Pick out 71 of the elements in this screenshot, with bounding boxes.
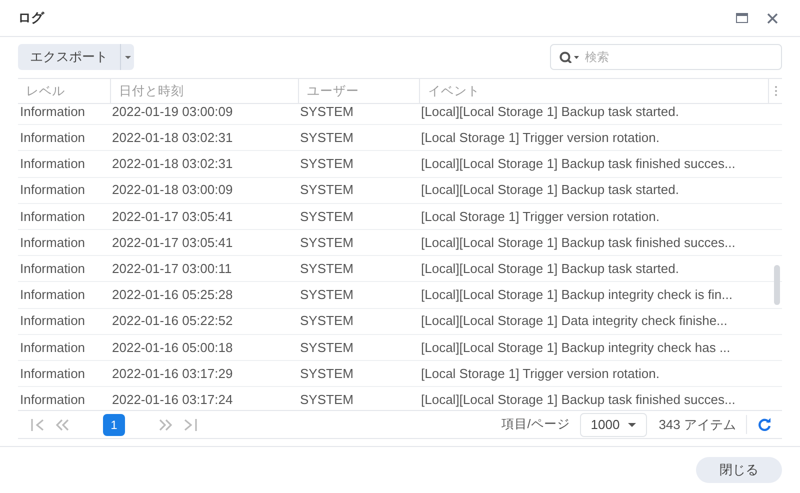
table-cell: [Local][Local Storage 1] Backup task started. xyxy=(421,260,679,276)
table-cell: [Local][Local Storage 1] Backup integrity check is fin... xyxy=(421,287,732,302)
table-cell: 2022-01-18 03:02:31 xyxy=(112,130,233,146)
table-cell: SYSTEM xyxy=(300,260,354,276)
table-cell: Information xyxy=(20,208,86,224)
table-cell: Information xyxy=(20,234,86,250)
table-cell: 2022-01-16 05:25:28 xyxy=(112,287,233,302)
maximize-icon[interactable] xyxy=(736,13,748,23)
table-cell: [Local][Local Storage 1] Backup task finished succes... xyxy=(421,392,736,407)
search-field[interactable]: 検索 xyxy=(550,44,782,70)
table-cell: [Local][Local Storage 1] Backup task finished succes... xyxy=(421,156,736,172)
table-cell: Information xyxy=(20,287,86,302)
column-header[interactable]: レベル xyxy=(26,82,65,100)
table-cell: SYSTEM xyxy=(300,208,354,224)
table-cell: SYSTEM xyxy=(300,340,354,355)
table-cell: 2022-01-19 03:00:09 xyxy=(112,104,233,119)
table-cell: Information xyxy=(20,366,86,381)
previous-page-icon[interactable] xyxy=(55,418,69,430)
table-cell: SYSTEM xyxy=(300,392,354,407)
table-cell: 2022-01-17 03:05:41 xyxy=(112,208,233,224)
table-cell: SYSTEM xyxy=(300,366,354,381)
table-cell: SYSTEM xyxy=(300,287,354,302)
close-icon[interactable] xyxy=(767,12,778,24)
table-cell: [Local][Local Storage 1] Backup task finished succes... xyxy=(421,234,736,250)
column-header[interactable]: イベント xyxy=(428,82,480,100)
search-icon[interactable] xyxy=(559,51,579,63)
table-cell: SYSTEM xyxy=(300,104,354,119)
window-title: ログ xyxy=(18,9,44,28)
table-cell: Information xyxy=(20,340,86,355)
table-cell: 2022-01-16 03:17:29 xyxy=(112,366,233,381)
table-cell: [Local][Local Storage 1] Backup integrity check has ... xyxy=(421,340,730,355)
table-cell: 2022-01-18 03:00:09 xyxy=(112,182,233,198)
table-cell: SYSTEM xyxy=(300,156,354,172)
caret-icon xyxy=(628,422,636,426)
export-button[interactable]: エクスポート xyxy=(18,44,134,70)
per-page-label: 項目/ページ xyxy=(501,416,570,434)
table-cell: [Local Storage 1] Trigger version rotation. xyxy=(421,366,660,381)
table-cell: 2022-01-16 03:17:24 xyxy=(112,392,233,407)
close-button[interactable]: 閉じる xyxy=(696,457,782,483)
scrollbar-thumb[interactable] xyxy=(774,265,780,305)
last-page-icon[interactable] xyxy=(183,418,197,430)
table-cell: [Local][Local Storage 1] Backup task started. xyxy=(421,182,679,198)
table-cell: [Local][Local Storage 1] Data integrity check finishe... xyxy=(421,313,728,328)
table-cell: 2022-01-17 03:05:41 xyxy=(112,234,233,250)
table-cell: 2022-01-16 05:22:52 xyxy=(112,313,233,328)
table-cell: SYSTEM xyxy=(300,130,354,146)
table-cell: Information xyxy=(20,392,86,407)
table-cell: Information xyxy=(20,260,86,276)
table-cell: Information xyxy=(20,313,86,328)
page-button[interactable]: 1 xyxy=(103,414,125,436)
item-count: 343 アイテム xyxy=(658,414,747,434)
table-cell: [Local Storage 1] Trigger version rotation. xyxy=(421,208,660,224)
table-cell: [Local][Local Storage 1] Backup task started. xyxy=(421,104,679,119)
table-cell: 2022-01-17 03:00:11 xyxy=(112,260,232,276)
next-page-icon[interactable] xyxy=(159,418,173,430)
table-cell: SYSTEM xyxy=(300,313,354,328)
column-header[interactable]: ユーザー xyxy=(307,82,359,100)
table-cell: Information xyxy=(20,104,86,119)
caret-icon[interactable] xyxy=(124,56,130,58)
table-cell: [Local Storage 1] Trigger version rotation. xyxy=(421,130,660,146)
table-cell: Information xyxy=(20,156,86,172)
table-cell: 2022-01-18 03:02:31 xyxy=(112,156,233,172)
refresh-icon[interactable] xyxy=(758,418,771,431)
per-page-dropdown[interactable]: 1000 xyxy=(580,412,647,436)
table-cell: 2022-01-16 05:00:18 xyxy=(112,340,233,355)
table-cell: Information xyxy=(20,130,86,146)
table-cell: SYSTEM xyxy=(300,182,354,198)
table-cell: Information xyxy=(20,182,86,198)
first-page-icon[interactable] xyxy=(31,418,45,430)
column-header[interactable]: 日付と時刻 xyxy=(119,82,184,100)
table-cell: SYSTEM xyxy=(300,234,354,250)
